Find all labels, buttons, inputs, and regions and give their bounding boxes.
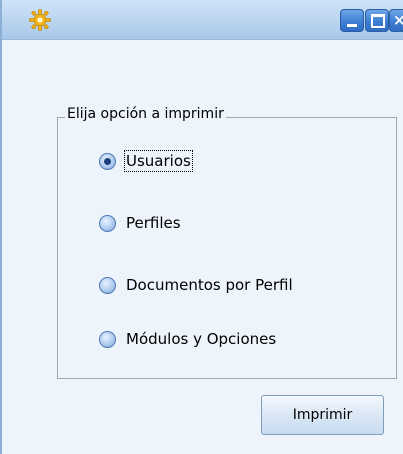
radio-button-modulos-y-opciones[interactable] xyxy=(99,330,116,348)
radio-option-usuarios[interactable]: Usuarios xyxy=(99,149,193,173)
radio-option-modulos-y-opciones[interactable]: Módulos y Opciones xyxy=(99,327,276,351)
radio-option-perfiles[interactable]: Perfiles xyxy=(99,211,181,235)
close-icon: × xyxy=(393,11,403,29)
print-options-window: × Elija opción a imprimir Usuarios Perfi… xyxy=(0,0,403,454)
radio-label-usuarios[interactable]: Usuarios xyxy=(124,150,193,172)
radio-button-usuarios[interactable] xyxy=(99,152,116,170)
maximize-button[interactable] xyxy=(365,9,389,32)
radio-button-perfiles[interactable] xyxy=(99,214,116,232)
minimize-button[interactable] xyxy=(340,9,364,32)
title-bar[interactable]: × xyxy=(2,0,403,40)
radio-option-documentos-por-perfil[interactable]: Documentos por Perfil xyxy=(99,273,293,297)
gear-icon xyxy=(29,9,51,31)
radio-label-perfiles[interactable]: Perfiles xyxy=(126,214,181,232)
radio-label-modulos-y-opciones[interactable]: Módulos y Opciones xyxy=(126,330,276,348)
group-legend: Elija opción a imprimir xyxy=(65,106,226,122)
close-button[interactable]: × xyxy=(389,9,403,32)
print-button[interactable]: Imprimir xyxy=(261,395,384,435)
radio-label-documentos-por-perfil[interactable]: Documentos por Perfil xyxy=(126,276,293,294)
radio-button-documentos-por-perfil[interactable] xyxy=(99,276,116,294)
